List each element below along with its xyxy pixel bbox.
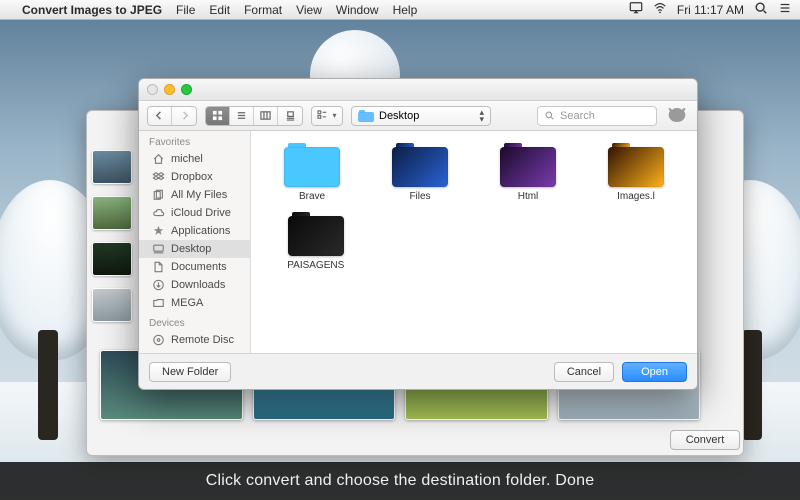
tutorial-caption: Click convert and choose the destination… — [0, 462, 800, 500]
location-label: Desktop — [379, 110, 419, 122]
view-icons-button[interactable] — [206, 107, 230, 125]
sidebar-item-label: Applications — [171, 225, 230, 237]
search-input[interactable]: Search — [537, 106, 657, 126]
apps-icon — [151, 225, 165, 237]
sidebar-item-dropbox[interactable]: Dropbox — [139, 168, 250, 186]
sidebar-item-label: michel — [171, 153, 203, 165]
sidebar-item-all-my-files[interactable]: All My Files — [139, 186, 250, 204]
menu-view[interactable]: View — [296, 3, 322, 17]
arrange-menu[interactable]: ▾ — [311, 106, 343, 126]
sidebar-item-icloud-drive[interactable]: iCloud Drive — [139, 204, 250, 222]
sidebar-item-label: iCloud Drive — [171, 207, 231, 219]
dialog-bottom-bar: New Folder Cancel Open — [139, 353, 697, 389]
file-name: Html — [518, 191, 539, 202]
menu-file[interactable]: File — [176, 3, 195, 17]
file-browser[interactable]: Brave Files Html Images.l PAISAGENS — [251, 131, 697, 353]
wifi-icon[interactable] — [653, 1, 667, 18]
menu-window[interactable]: Window — [336, 3, 379, 17]
icloud-icon — [151, 207, 165, 219]
file-tile[interactable]: Html — [479, 143, 577, 202]
file-tile[interactable]: Images.l — [587, 143, 685, 202]
file-name: Images.l — [617, 191, 655, 202]
arrange-button[interactable]: ▾ — [312, 107, 342, 125]
view-columns-button[interactable] — [254, 107, 278, 125]
app-badge-icon — [665, 106, 689, 126]
nav-forward-button[interactable] — [172, 107, 196, 125]
sidebar-item-label: All My Files — [171, 189, 227, 201]
open-button[interactable]: Open — [622, 362, 687, 382]
dropbox-icon — [151, 171, 165, 183]
sidebar-item-michel[interactable]: michel — [139, 150, 250, 168]
new-folder-button[interactable]: New Folder — [149, 362, 231, 382]
search-placeholder: Search — [560, 110, 595, 122]
sidebar-item-downloads[interactable]: Downloads — [139, 276, 250, 294]
sidebar-item-applications[interactable]: Applications — [139, 222, 250, 240]
sidebar-item-label: MEGA — [171, 297, 203, 309]
folder-icon — [358, 110, 374, 122]
file-tile[interactable]: Files — [371, 143, 469, 202]
notification-center-icon[interactable] — [778, 1, 792, 18]
menubar-clock[interactable]: Fri 11:17 AM — [677, 3, 744, 17]
sidebar-section-favorites: Favorites — [139, 131, 250, 150]
location-dropdown[interactable]: Desktop ▴▾ — [351, 106, 491, 126]
menu-edit[interactable]: Edit — [209, 3, 230, 17]
app-name[interactable]: Convert Images to JPEG — [22, 3, 162, 17]
search-icon — [544, 110, 555, 121]
nav-back-button[interactable] — [148, 107, 172, 125]
open-dialog: ▾ Desktop ▴▾ Search Favorites miche — [138, 78, 698, 390]
stepper-arrows-icon: ▴▾ — [479, 109, 484, 123]
menubar: Convert Images to JPEG File Edit Format … — [0, 0, 800, 20]
downloads-icon — [151, 279, 165, 291]
sidebar-section-devices: Devices — [139, 312, 250, 331]
desktop-icon — [151, 243, 165, 255]
sidebar-item-label: Downloads — [171, 279, 225, 291]
sidebar-item-label: Documents — [171, 261, 227, 273]
folder-icon — [151, 297, 165, 309]
traffic-light-minimize[interactable] — [164, 84, 175, 95]
sidebar-item-mega[interactable]: MEGA — [139, 294, 250, 312]
traffic-light-zoom[interactable] — [181, 84, 192, 95]
convert-button[interactable]: Convert — [670, 430, 740, 450]
sidebar-item-documents[interactable]: Documents — [139, 258, 250, 276]
view-coverflow-button[interactable] — [278, 107, 302, 125]
file-tile[interactable]: PAISAGENS — [263, 212, 369, 271]
view-list-button[interactable] — [230, 107, 254, 125]
dialog-titlebar — [139, 79, 697, 101]
dialog-toolbar: ▾ Desktop ▴▾ Search — [139, 101, 697, 131]
sidebar-item-desktop[interactable]: Desktop — [139, 240, 250, 258]
all-files-icon — [151, 189, 165, 201]
converter-thumbnails-left — [92, 150, 132, 322]
menu-format[interactable]: Format — [244, 3, 282, 17]
file-name: Brave — [299, 191, 325, 202]
disc-icon — [151, 334, 165, 346]
sidebar: Favorites michel Dropbox All My Files iClou… — [139, 131, 251, 353]
sidebar-item-remote-disc[interactable]: Remote Disc — [139, 331, 250, 349]
spotlight-icon[interactable] — [754, 1, 768, 18]
sidebar-item-label: Remote Disc — [171, 334, 234, 346]
view-switcher[interactable] — [205, 106, 303, 126]
traffic-light-close[interactable] — [147, 84, 158, 95]
file-name: Files — [409, 191, 430, 202]
sidebar-item-label: Desktop — [171, 243, 211, 255]
airplay-icon[interactable] — [629, 1, 643, 18]
documents-icon — [151, 261, 165, 273]
nav-back-forward[interactable] — [147, 106, 197, 126]
file-tile[interactable]: Brave — [263, 143, 361, 202]
file-name: PAISAGENS — [287, 260, 344, 271]
menu-help[interactable]: Help — [393, 3, 418, 17]
home-icon — [151, 153, 165, 165]
cancel-button[interactable]: Cancel — [554, 362, 614, 382]
sidebar-item-label: Dropbox — [171, 171, 213, 183]
